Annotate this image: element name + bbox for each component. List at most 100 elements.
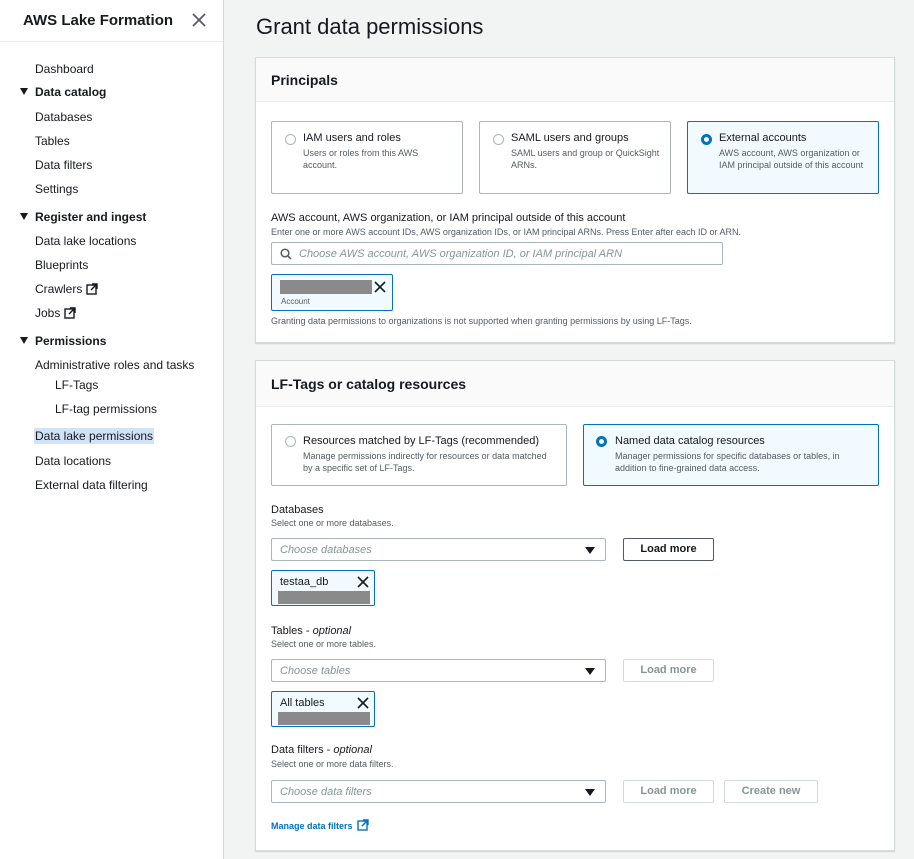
database-token: testaa_db [271,570,375,606]
nav-data-lake-locations[interactable]: Data lake locations [35,234,136,248]
nav-section-data-catalog[interactable]: Data catalog [35,85,106,99]
external-link-icon [64,307,77,319]
chevron-down-icon [585,547,595,554]
chevron-down-icon [585,789,595,796]
tables-hint: Select one or more tables. [271,639,377,649]
principal-option-iam-desc: Users or roles from this AWS account. [303,148,419,170]
nav-dashboard[interactable]: Dashboard [35,62,94,76]
tables-label: Tables - optional [271,625,352,637]
nav-settings[interactable]: Settings [35,182,78,196]
table-token-label: All tables [280,697,325,709]
nav-data-lake-permissions[interactable]: Data lake permissions [34,428,155,444]
nav-databases[interactable]: Databases [35,110,92,124]
nav-jobs[interactable]: Jobs [35,306,77,320]
databases-hint: Select one or more databases. [271,518,394,528]
redacted-table-detail [278,712,370,725]
nav-crawlers[interactable]: Crawlers [35,282,99,296]
resource-option-lf-tags[interactable]: Resources matched by LF-Tags (recommende… [271,424,567,486]
redacted-account-id [280,280,372,294]
nav-data-lake-permissions-label: Data lake permissions [34,428,155,444]
tables-optional: optional [312,625,352,637]
close-icon[interactable] [190,11,208,29]
nav-lf-tags[interactable]: LF-Tags [55,378,98,392]
tables-select[interactable]: Choose tables [271,659,606,682]
radio-lf-tags[interactable] [285,436,296,447]
remove-token-icon[interactable] [374,281,386,293]
radio-iam[interactable] [285,134,296,145]
chevron-down-icon [585,668,595,675]
principal-option-iam[interactable]: IAM users and roles Users or roles from … [271,121,463,194]
tables-label-text: Tables [271,625,303,637]
organizations-note: Granting data permissions to organizatio… [271,316,692,326]
data-filters-label-text: Data filters [271,744,324,756]
radio-external[interactable] [701,134,712,145]
account-field-hint: Enter one or more AWS account IDs, AWS o… [271,227,742,237]
nav-data-filters[interactable]: Data filters [35,158,92,172]
principal-option-saml[interactable]: SAML users and groups SAML users and gro… [479,121,671,194]
nav-blueprints[interactable]: Blueprints [35,258,88,272]
search-icon [280,248,292,260]
manage-data-filters-label: Manage data filters [271,821,353,831]
nav-crawlers-label: Crawlers [35,282,83,296]
table-token: All tables [271,691,375,727]
resource-option-named-title: Named data catalog resources [615,435,765,447]
remove-token-icon[interactable] [357,576,369,588]
principal-option-iam-title: IAM users and roles [303,132,401,144]
databases-placeholder: Choose databases [280,544,372,556]
nav-tables[interactable]: Tables [35,134,70,148]
remove-token-icon[interactable] [357,697,369,709]
nav-jobs-label: Jobs [35,306,61,320]
radio-named[interactable] [596,436,607,447]
resource-option-named[interactable]: Named data catalog resources Manager per… [583,424,879,486]
principal-option-external-title: External accounts [719,132,807,144]
redacted-database-detail [278,591,370,604]
page-title: Grant data permissions [256,14,484,39]
nav-admin-roles[interactable]: Administrative roles and tasks [35,358,194,372]
external-link-icon [356,819,369,831]
data-filters-hint: Select one or more data filters. [271,759,394,769]
tables-placeholder: Choose tables [280,665,351,677]
caret-down-icon[interactable] [20,88,28,95]
nav-section-permissions[interactable]: Permissions [35,334,106,348]
resource-option-lf-tags-title: Resources matched by LF-Tags (recommende… [303,435,539,447]
resources-panel: LF-Tags or catalog resources Resources m… [255,360,895,851]
resource-option-lf-tags-desc: Manage permissions indirectly for resour… [303,451,547,473]
data-filters-optional: optional [333,744,372,756]
database-token-label: testaa_db [280,576,329,588]
databases-select[interactable]: Choose databases [271,538,606,561]
data-filters-create-new-button[interactable]: Create new [724,780,818,803]
principal-option-external[interactable]: External accounts AWS account, AWS organ… [687,121,879,194]
sidebar-title: AWS Lake Formation [23,12,174,29]
account-token-sub: Account [281,297,310,306]
account-field-label: AWS account, AWS organization, or IAM pr… [271,212,626,224]
account-search-placeholder: Choose AWS account, AWS organization ID,… [299,248,623,260]
principals-heading: Principals [271,72,338,88]
manage-data-filters-link[interactable]: Manage data filters [271,819,369,831]
radio-saml[interactable] [493,134,504,145]
account-token: Account [271,274,393,311]
data-filters-select[interactable]: Choose data filters [271,780,606,803]
resources-heading: LF-Tags or catalog resources [271,376,467,392]
databases-label: Databases [271,504,324,516]
principal-option-saml-title: SAML users and groups [511,132,629,144]
resource-option-named-desc: Manager permissions for specific databas… [615,451,840,473]
nav-data-locations[interactable]: Data locations [35,454,111,468]
nav-section-register-ingest[interactable]: Register and ingest [35,210,146,224]
caret-down-icon[interactable] [20,213,28,220]
external-link-icon [86,283,99,295]
principal-option-saml-desc: SAML users and group or QuickSight ARNs. [511,148,660,170]
sidebar: AWS Lake Formation Dashboard Data catalo… [0,0,224,859]
data-filters-load-more-button[interactable]: Load more [623,780,714,803]
account-search-input[interactable]: Choose AWS account, AWS organization ID,… [271,242,723,265]
nav-external-data-filtering[interactable]: External data filtering [35,478,148,492]
principal-option-external-desc: AWS account, AWS organization or IAM pri… [719,148,864,170]
principals-panel: Principals IAM users and roles Users or … [255,57,895,343]
resources-panel-header: LF-Tags or catalog resources [256,361,894,407]
data-filters-placeholder: Choose data filters [280,786,372,798]
tables-load-more-button[interactable]: Load more [623,659,714,682]
nav-lf-tag-permissions[interactable]: LF-tag permissions [55,402,157,416]
caret-down-icon[interactable] [20,337,28,344]
sidebar-header: AWS Lake Formation [0,0,223,42]
principals-panel-header: Principals [256,58,894,102]
databases-load-more-button[interactable]: Load more [623,538,714,561]
